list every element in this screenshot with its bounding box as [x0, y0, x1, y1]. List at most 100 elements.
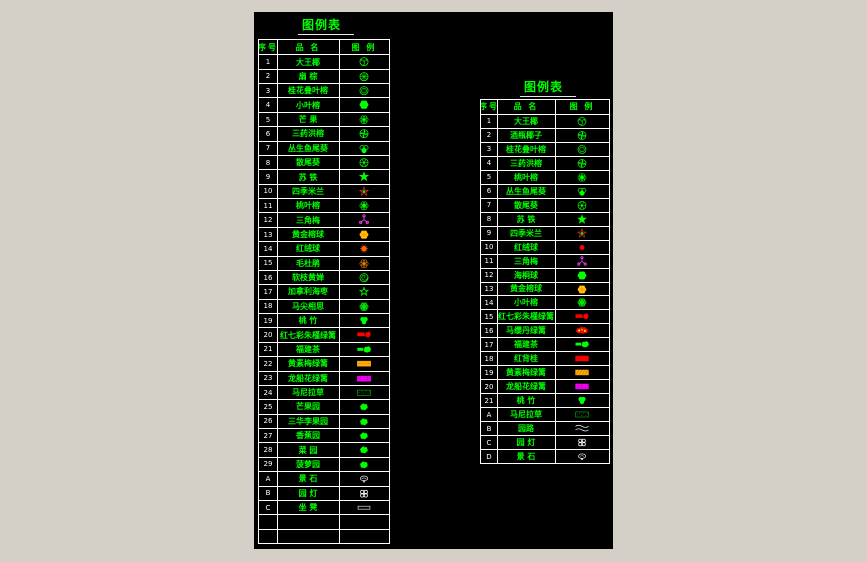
empty-symbol-cell [339, 515, 389, 528]
mixed-hedge-icon [555, 324, 609, 337]
table-row: 3 桂花叠叶榕 [481, 141, 609, 156]
gear-circle-icon [339, 285, 389, 298]
right-title-underline [520, 96, 576, 97]
plant-name: 软枝黄婵 [292, 273, 324, 283]
row-number: 16 [484, 326, 494, 335]
number-column-header: 序号 [481, 102, 497, 112]
yellow-ball-icon [339, 228, 389, 241]
row-number: D [486, 452, 492, 461]
table-row: 4 小叶榕 [259, 97, 389, 111]
column-divider [497, 100, 498, 463]
plant-name: 桃 竹 [516, 396, 536, 406]
row-number: 6 [486, 187, 492, 196]
row-number: 20 [263, 331, 273, 340]
plant-name [277, 515, 339, 528]
table-row: 20 龙船花绿篱 [481, 379, 609, 393]
cluster-icon [339, 458, 389, 471]
plant-name: 黄金榕球 [292, 230, 324, 239]
table-row: 5 桃叶榕 [481, 169, 609, 184]
table-row: A景 石 [259, 471, 389, 485]
row-number: 21 [484, 396, 494, 405]
yellow-hedge-icon [339, 357, 389, 370]
table-row: 19 桃 竹 [259, 313, 389, 327]
plant-name: 丛生鱼尾葵 [506, 186, 546, 196]
table-row: C坐 凳 [259, 499, 389, 514]
tree-cluster-icon [555, 185, 609, 198]
row-number: 4 [265, 101, 271, 110]
plant-name: 四季米兰 [292, 186, 324, 196]
palm-circle-icon [555, 115, 609, 128]
table-row: 13 黄金榕球 [259, 226, 389, 241]
bush-blob-icon [339, 98, 389, 111]
red-hedge-icon [339, 328, 389, 341]
plant-name: 大王椰 [296, 57, 320, 67]
magenta-flower-icon [339, 213, 389, 226]
grass-hatch-icon [555, 408, 609, 421]
row-number: 28 [263, 446, 273, 455]
row-number: A [265, 474, 271, 483]
row-number: 1 [265, 58, 271, 67]
row-number [259, 515, 277, 528]
plant-name: 黄素梅绿篱 [506, 368, 546, 378]
plant-name: 芒果园 [296, 402, 320, 412]
table-row: 18 马尖相思 [259, 298, 389, 313]
plant-name: 三角梅 [514, 256, 538, 266]
row-number: 17 [263, 287, 273, 296]
plant-name: 马缨丹绿篱 [506, 326, 546, 336]
row-number: 10 [263, 187, 273, 196]
table-row: 11 桃叶榕 [259, 198, 389, 212]
row-number: 17 [484, 340, 494, 349]
table-row: 26 三华李果园 [259, 413, 389, 428]
table-row: B 园路 [481, 421, 609, 435]
plant-name: 红绒球 [514, 242, 538, 252]
plant-name: 扇 棕 [298, 71, 318, 81]
row-number: 3 [265, 86, 271, 95]
table-row: 15 毛杜鹃 [259, 255, 389, 270]
table-row: 16 马缨丹绿篱 [481, 323, 609, 337]
row-number: A [486, 410, 492, 419]
row-number: 4 [486, 159, 492, 168]
spoke-circle-icon [555, 199, 609, 212]
row-number: 27 [263, 431, 273, 440]
right-legend-table: 序号 品 名 图 例 1 大王椰 2 酒瓶椰子 3 桂花叠叶榕 4 三药洪榕 5 桃叶榕 6 丛生鱼尾葵 7 散… [480, 99, 610, 464]
row-number: 12 [484, 271, 494, 279]
name-column-header: 品 名 [295, 42, 321, 52]
table-row [259, 528, 389, 543]
plant-name: 桃叶榕 [514, 172, 538, 182]
table-row: 6 三药洪榕 [259, 126, 389, 140]
table-row: 25 芒果园 [259, 399, 389, 413]
plant-name: 苏 铁 [516, 214, 536, 224]
plant-name: 散尾葵 [514, 200, 538, 210]
bench-icon [339, 501, 389, 514]
row-number: 14 [484, 298, 494, 307]
plant-name: 坐 凳 [298, 503, 318, 513]
table-row: 18 红背桂 [481, 351, 609, 365]
row-number: 24 [263, 388, 273, 397]
row-number: 11 [484, 257, 494, 266]
ring-circle-icon [339, 84, 389, 97]
plant-name: 小叶榕 [514, 298, 538, 308]
table-row: 19 黄素梅绿篱 [481, 365, 609, 379]
plant-name: 桃叶榕 [296, 201, 320, 211]
green-hedge-icon [555, 338, 609, 351]
green-hedge-icon [339, 343, 389, 356]
right-table-title: 图例表 [524, 80, 564, 94]
plant-name: 红背桂 [514, 354, 538, 364]
row-number: 15 [484, 312, 494, 321]
row-number: 16 [263, 273, 273, 282]
table-row: 7 丛生鱼尾葵 [259, 140, 389, 155]
plant-name: 加拿利海枣 [288, 287, 328, 297]
table-row: 15 红七彩朱槿绿篱 [481, 309, 609, 323]
bush-blob-icon [555, 269, 609, 282]
cluster-blob-icon [555, 171, 609, 184]
row-number: 25 [263, 402, 273, 411]
row-number: C [486, 438, 492, 447]
plant-name: 芒 果 [298, 115, 318, 125]
table-row: 13 黄金榕球 [481, 281, 609, 296]
plant-name: 桃 竹 [298, 316, 318, 326]
table-row: 2 扇 棕 [259, 68, 389, 83]
left-title-underline [298, 34, 354, 35]
star-icon [339, 170, 389, 183]
plant-name: 红七彩朱槿绿篱 [280, 330, 336, 340]
red-dot-icon [555, 241, 609, 254]
